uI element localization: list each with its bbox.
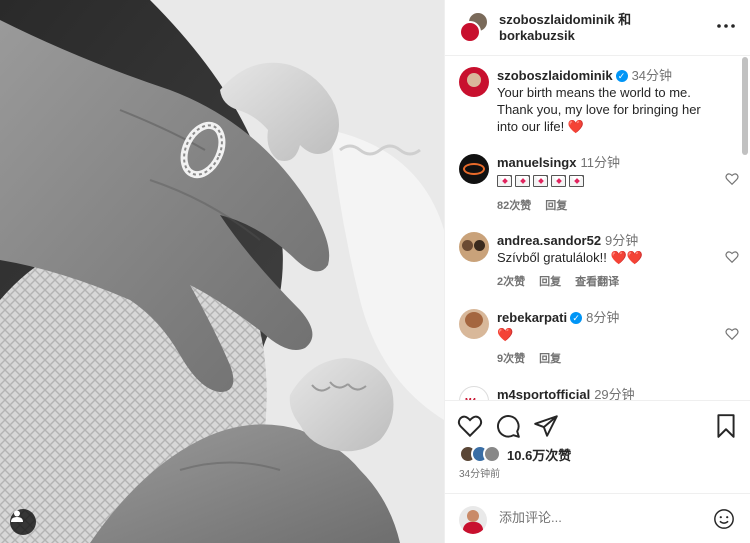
avatar <box>459 21 481 43</box>
comment-bubble-icon[interactable] <box>495 413 521 439</box>
comment-text: Szívből gratulálok!! ❤️❤️ <box>497 250 643 265</box>
share-icon[interactable] <box>533 413 559 439</box>
likes-count[interactable]: 10.6万次赞 <box>507 445 571 464</box>
comments-scrollbar[interactable] <box>742 57 748 155</box>
more-options-button[interactable] <box>715 16 737 36</box>
post-timestamp: 34分钟前 <box>459 469 501 480</box>
see-translation-button[interactable]: 查看翻译 <box>575 274 619 291</box>
post-authors[interactable]: szoboszlaidominik 和 borkabuzsik <box>499 12 631 44</box>
instagram-post: szoboszlaidominik 和 borkabuzsik szoboszl… <box>0 0 750 543</box>
like-heart-icon[interactable] <box>457 413 483 439</box>
comment-likes[interactable]: 2次赞 <box>497 274 525 291</box>
emoji-picker-icon[interactable] <box>713 508 735 530</box>
verified-icon: ✓ <box>615 70 628 82</box>
comment-time: 29分钟 <box>594 387 635 400</box>
comment-likes[interactable]: 9次赞 <box>497 351 525 368</box>
love-letter-icon <box>533 175 548 187</box>
collab-avatars[interactable] <box>459 11 491 43</box>
comment-username[interactable]: andrea.sandor52 <box>497 233 601 248</box>
love-letter-icon <box>515 175 530 187</box>
comment-emojis <box>497 173 717 190</box>
like-comment-heart-icon[interactable] <box>725 250 739 264</box>
post-header: szoboszlaidominik 和 borkabuzsik <box>445 0 750 56</box>
post-actions: 10.6万次赞 34分钟前 <box>445 400 750 493</box>
avatar <box>483 445 501 463</box>
more-icon <box>717 24 735 28</box>
comment-time: 8分钟 <box>586 310 620 325</box>
photo-illustration <box>0 0 444 543</box>
like-comment-heart-icon[interactable] <box>725 172 739 186</box>
caption-text: Your birth means the world to me. Thank … <box>497 85 701 134</box>
comment-text: ❤️ <box>497 327 514 342</box>
comment-time: 9分钟 <box>605 233 639 248</box>
likes-summary[interactable]: 10.6万次赞 <box>459 445 571 463</box>
post-panel: szoboszlaidominik 和 borkabuzsik szoboszl… <box>444 0 750 543</box>
reply-button[interactable]: 回复 <box>539 274 561 291</box>
add-comment-input[interactable] <box>499 510 689 525</box>
caption-time: 34分钟 <box>631 68 673 83</box>
love-letter-icon <box>551 175 566 187</box>
love-letter-icon <box>569 175 584 187</box>
like-comment-heart-icon[interactable] <box>725 327 739 341</box>
comment-time: 11分钟 <box>580 155 620 170</box>
avatar[interactable] <box>459 67 489 97</box>
avatar[interactable] <box>459 309 489 339</box>
save-bookmark-icon[interactable] <box>713 413 739 439</box>
post-photo <box>0 0 444 543</box>
avatar[interactable]: M4 <box>459 386 489 400</box>
comments-list[interactable]: szoboszlaidominik ✓ 34分钟 Your birth means … <box>445 57 750 400</box>
verified-icon: ✓ <box>570 312 583 324</box>
comment-username[interactable]: manuelsingx <box>497 155 576 170</box>
comment-likes[interactable]: 82次赞 <box>497 198 531 215</box>
comment-username[interactable]: rebekarpati <box>497 310 567 325</box>
tagged-user-icon[interactable] <box>10 509 36 535</box>
current-user-avatar <box>459 506 487 534</box>
add-comment-bar <box>445 493 750 543</box>
comment-username[interactable]: m4sportofficial <box>497 387 590 400</box>
avatar[interactable] <box>459 232 489 262</box>
caption-username[interactable]: szoboszlaidominik <box>497 68 613 83</box>
reply-button[interactable]: 回复 <box>539 351 561 368</box>
love-letter-icon <box>497 175 512 187</box>
reply-button[interactable]: 回复 <box>545 198 567 215</box>
avatar[interactable] <box>459 154 489 184</box>
